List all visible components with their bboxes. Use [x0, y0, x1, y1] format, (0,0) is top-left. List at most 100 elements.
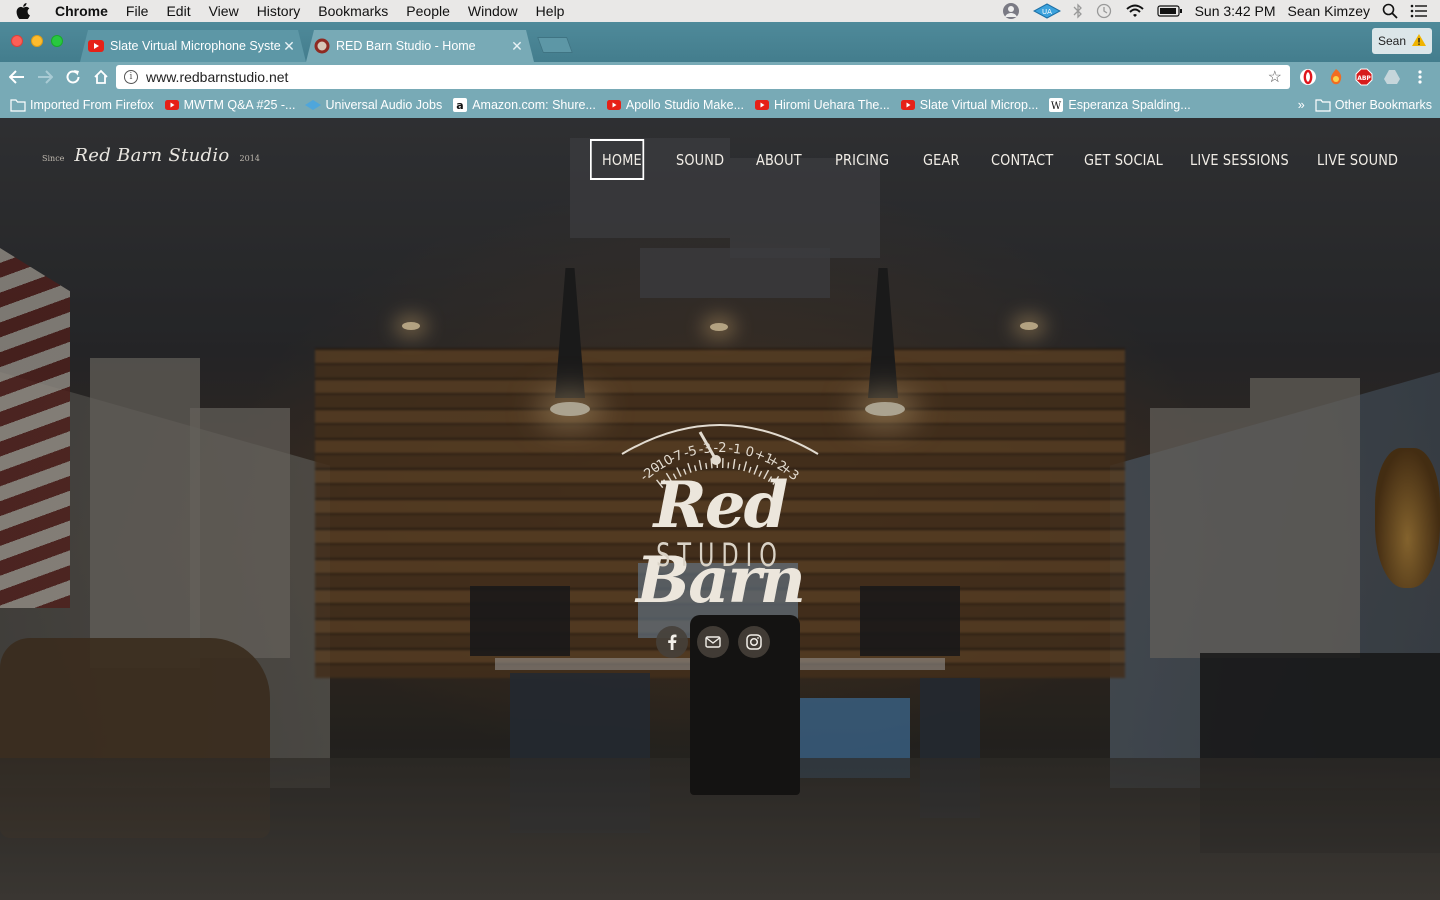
- bookmark-label: Amazon.com: Shure...: [472, 98, 596, 112]
- nav-contact[interactable]: CONTACT: [991, 139, 1053, 180]
- bluetooth-icon[interactable]: [1073, 3, 1083, 19]
- bookmarks-overflow-chevron-icon[interactable]: »: [1298, 98, 1305, 112]
- logo-since: Since: [42, 154, 65, 163]
- chrome-menu-icon[interactable]: [1410, 67, 1430, 87]
- honey-extension-icon[interactable]: [1326, 67, 1346, 87]
- meter-scale-label: -1: [727, 441, 742, 458]
- battery-icon[interactable]: [1156, 4, 1183, 18]
- bookmarks-bar: Imported From Firefox MWTM Q&A #25 -... …: [0, 92, 1440, 118]
- svg-text:a: a: [456, 99, 463, 112]
- menu-help[interactable]: Help: [527, 0, 574, 22]
- home-icon[interactable]: [87, 63, 115, 91]
- instagram-icon[interactable]: [738, 626, 770, 658]
- nav-about[interactable]: ABOUT: [756, 139, 804, 180]
- bookmark-slate-virtual-microphone[interactable]: Slate Virtual Microp...: [900, 98, 1038, 112]
- bookmark-hiromi-uehara[interactable]: Hiromi Uehara The...: [754, 98, 890, 112]
- window-minimize-button[interactable]: [31, 35, 43, 47]
- window-maximize-button[interactable]: [51, 35, 63, 47]
- menu-history[interactable]: History: [248, 0, 310, 22]
- menu-file[interactable]: File: [117, 0, 158, 22]
- adblock-plus-icon[interactable]: ABP: [1354, 67, 1374, 87]
- website-viewport: Since Red Barn Studio 2014 HOME SOUND AB…: [0, 118, 1440, 900]
- nav-home[interactable]: HOME: [590, 139, 645, 180]
- youtube-icon: [88, 38, 104, 54]
- bookmark-star-icon[interactable]: ☆: [1268, 67, 1282, 87]
- youtube-icon: [900, 98, 916, 112]
- window-close-button[interactable]: [11, 35, 23, 47]
- opera-extension-icon[interactable]: [1298, 67, 1318, 87]
- meter-scale-label: -2: [714, 441, 727, 456]
- tab-title: Slate Virtual Microphone Syste: [110, 39, 281, 53]
- tab-slate-virtual-microphone[interactable]: Slate Virtual Microphone Syste ✕: [80, 30, 306, 62]
- bookmark-label: Apollo Studio Make...: [625, 98, 744, 112]
- menu-window[interactable]: Window: [459, 0, 527, 22]
- meter-scale-label: -5: [682, 443, 698, 461]
- youtube-icon: [164, 98, 180, 112]
- site-main-nav: HOME SOUND ABOUT PRICING GEAR CONTACT GE…: [590, 139, 1398, 180]
- tab-close-icon[interactable]: ✕: [510, 38, 524, 55]
- apple-menu-icon[interactable]: [0, 3, 46, 19]
- facebook-icon[interactable]: [656, 626, 688, 658]
- address-bar[interactable]: i www.redbarnstudio.net ☆: [116, 65, 1290, 89]
- menu-bookmarks[interactable]: Bookmarks: [309, 0, 397, 22]
- forward-arrow-icon[interactable]: [31, 63, 59, 91]
- menu-view[interactable]: View: [200, 0, 248, 22]
- browser-tab-strip: Slate Virtual Microphone Syste ✕ RED Bar…: [0, 22, 1440, 62]
- ua-icon: [305, 98, 322, 112]
- browser-toolbar: i www.redbarnstudio.net ☆ ABP: [0, 62, 1440, 92]
- logo-year: 2014: [239, 154, 260, 163]
- drive-extension-icon[interactable]: [1382, 67, 1402, 87]
- bookmark-label: Universal Audio Jobs: [325, 98, 443, 112]
- menu-people[interactable]: People: [397, 0, 459, 22]
- menu-edit[interactable]: Edit: [157, 0, 199, 22]
- warning-icon: [1412, 33, 1427, 49]
- bookmark-universal-audio-jobs[interactable]: Universal Audio Jobs: [305, 98, 442, 112]
- new-tab-button[interactable]: [537, 37, 573, 53]
- back-arrow-icon[interactable]: [3, 63, 31, 91]
- spotlight-search-icon[interactable]: [1382, 3, 1398, 19]
- folder-icon: [1315, 98, 1331, 112]
- social-links: [656, 626, 770, 658]
- youtube-icon: [754, 98, 770, 112]
- bookmark-imported-from-firefox[interactable]: Imported From Firefox: [10, 98, 154, 112]
- universal-audio-icon[interactable]: UA: [1032, 3, 1061, 19]
- svg-text:W: W: [1051, 101, 1062, 112]
- folder-icon: [10, 98, 26, 112]
- youtube-icon: [606, 98, 622, 112]
- url-text[interactable]: www.redbarnstudio.net: [146, 69, 1268, 85]
- menubar-user[interactable]: Sean Kimzey: [1288, 3, 1370, 19]
- bookmark-label: Hiromi Uehara The...: [774, 98, 890, 112]
- site-logo[interactable]: Since Red Barn Studio 2014: [42, 145, 260, 166]
- tab-red-barn-studio-home[interactable]: RED Barn Studio - Home ✕: [306, 30, 534, 62]
- wikipedia-icon: W: [1048, 98, 1064, 112]
- wifi-icon[interactable]: [1125, 3, 1145, 19]
- nav-live-sound[interactable]: LIVE SOUND: [1317, 139, 1398, 180]
- bookmark-label: Other Bookmarks: [1334, 98, 1432, 112]
- bookmark-label: MWTM Q&A #25 -...: [183, 98, 296, 112]
- notification-center-icon[interactable]: [1410, 4, 1428, 18]
- bookmark-amazon-shure[interactable]: a Amazon.com: Shure...: [452, 98, 596, 112]
- hero-logo: -20 -10 -7 -5 -3 -2 -1 0 +1 +2 +3 Red Barn STUDIO: [570, 386, 870, 618]
- profile-button[interactable]: Sean: [1372, 28, 1432, 54]
- nav-gear[interactable]: GEAR: [923, 139, 962, 180]
- user-status-icon[interactable]: [1001, 2, 1021, 20]
- bookmark-apollo-studio[interactable]: Apollo Studio Make...: [606, 98, 744, 112]
- profile-name: Sean: [1377, 34, 1407, 48]
- other-bookmarks-folder[interactable]: Other Bookmarks: [1315, 98, 1432, 112]
- svg-text:ABP: ABP: [1357, 75, 1371, 82]
- nav-sound[interactable]: SOUND: [676, 139, 725, 180]
- nav-live-sessions[interactable]: LIVE SESSIONS: [1190, 139, 1289, 180]
- tab-close-icon[interactable]: ✕: [282, 38, 296, 55]
- reload-icon[interactable]: [59, 63, 87, 91]
- logo-name: Red Barn Studio: [74, 145, 230, 166]
- mail-icon[interactable]: [697, 626, 729, 658]
- red-barn-favicon-icon: [314, 38, 330, 54]
- nav-get-social[interactable]: GET SOCIAL: [1084, 139, 1163, 180]
- site-info-icon[interactable]: i: [124, 70, 138, 84]
- time-machine-icon[interactable]: [1095, 3, 1113, 19]
- menubar-clock[interactable]: Sun 3:42 PM: [1195, 3, 1276, 19]
- bookmark-mwtm-qa[interactable]: MWTM Q&A #25 -...: [164, 98, 296, 112]
- bookmark-esperanza-spalding[interactable]: W Esperanza Spalding...: [1048, 98, 1191, 112]
- app-menu-chrome[interactable]: Chrome: [46, 0, 117, 22]
- nav-pricing[interactable]: PRICING: [835, 139, 891, 180]
